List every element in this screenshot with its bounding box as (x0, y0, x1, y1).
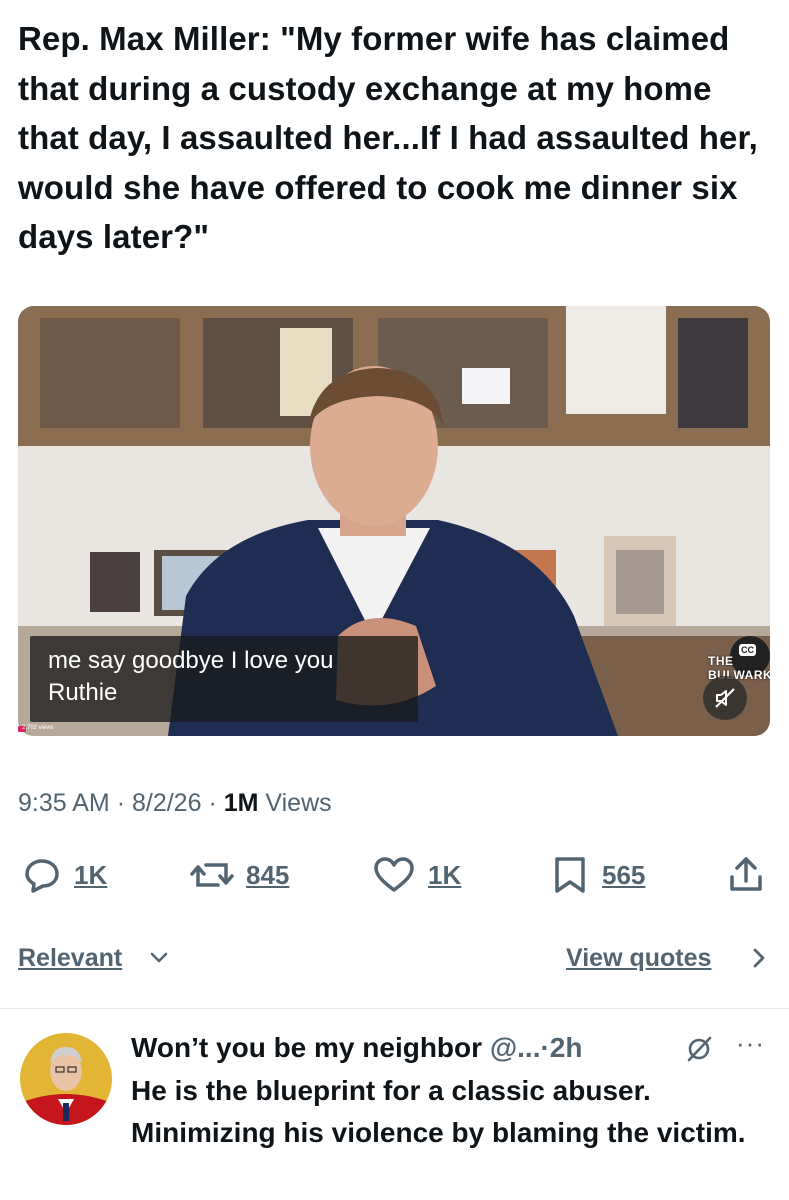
reply-author-name[interactable]: Won’t you be my neighbor (131, 1032, 482, 1063)
repost-count: 845 (246, 859, 290, 890)
sort-relevant-button[interactable]: Relevant (18, 941, 122, 975)
chevron-down-icon[interactable] (148, 946, 170, 968)
video-caption: me say goodbye I love you Ruthie (30, 636, 418, 722)
avatar-image (20, 1033, 112, 1125)
separator: · (208, 789, 217, 817)
divider (0, 1008, 789, 1009)
separator: · (540, 1032, 550, 1063)
post-date[interactable]: 8/2/26 (132, 789, 202, 817)
tiny-views-label: 2,702 views (22, 725, 54, 731)
heart-icon (374, 857, 414, 892)
bookmark-button[interactable]: 565 (550, 852, 645, 898)
reply-icon (25, 859, 59, 893)
reply-time[interactable]: 2h (550, 1032, 583, 1063)
reply-count: 1K (74, 859, 108, 890)
share-icon (730, 857, 762, 891)
caption-line-1: me say goodbye I love you (48, 647, 334, 674)
repost-icon (190, 863, 234, 887)
avatar[interactable] (20, 1033, 112, 1125)
post-time[interactable]: 9:35 AM (18, 789, 110, 817)
reply-button[interactable]: 1K (22, 852, 107, 898)
chevron-right-icon[interactable] (748, 946, 770, 970)
views-label: Views (265, 789, 332, 817)
reply-header: Won’t you be my neighbor @...·2h (131, 1028, 582, 1068)
more-options-icon[interactable]: ··· (736, 1028, 765, 1059)
separator: · (116, 789, 126, 817)
share-button[interactable] (728, 852, 764, 898)
repost-button[interactable]: 845 (190, 852, 289, 898)
like-count: 1K (428, 859, 462, 890)
post-timestamp: 9:35 AM · 8/2/26 · 1M Views (18, 786, 332, 820)
views-count: 1M (223, 789, 259, 817)
like-button[interactable]: 1K (372, 852, 461, 898)
reply-text: He is the blueprint for a classic abuser… (131, 1075, 746, 1148)
reply-author-handle[interactable]: @... (490, 1032, 541, 1063)
grok-icon[interactable] (684, 1034, 714, 1064)
mute-button[interactable] (703, 676, 747, 720)
post-text: Rep. Max Miller: "My former wife has cla… (18, 20, 758, 255)
caption-line-2: Ruthie (48, 679, 118, 706)
speaker-muted-icon (715, 688, 735, 708)
bookmark-count: 565 (602, 859, 646, 890)
bookmark-icon (555, 857, 585, 893)
action-bar: 1K 845 1K 565 (0, 852, 789, 898)
view-quotes-link[interactable]: View quotes (566, 941, 711, 975)
